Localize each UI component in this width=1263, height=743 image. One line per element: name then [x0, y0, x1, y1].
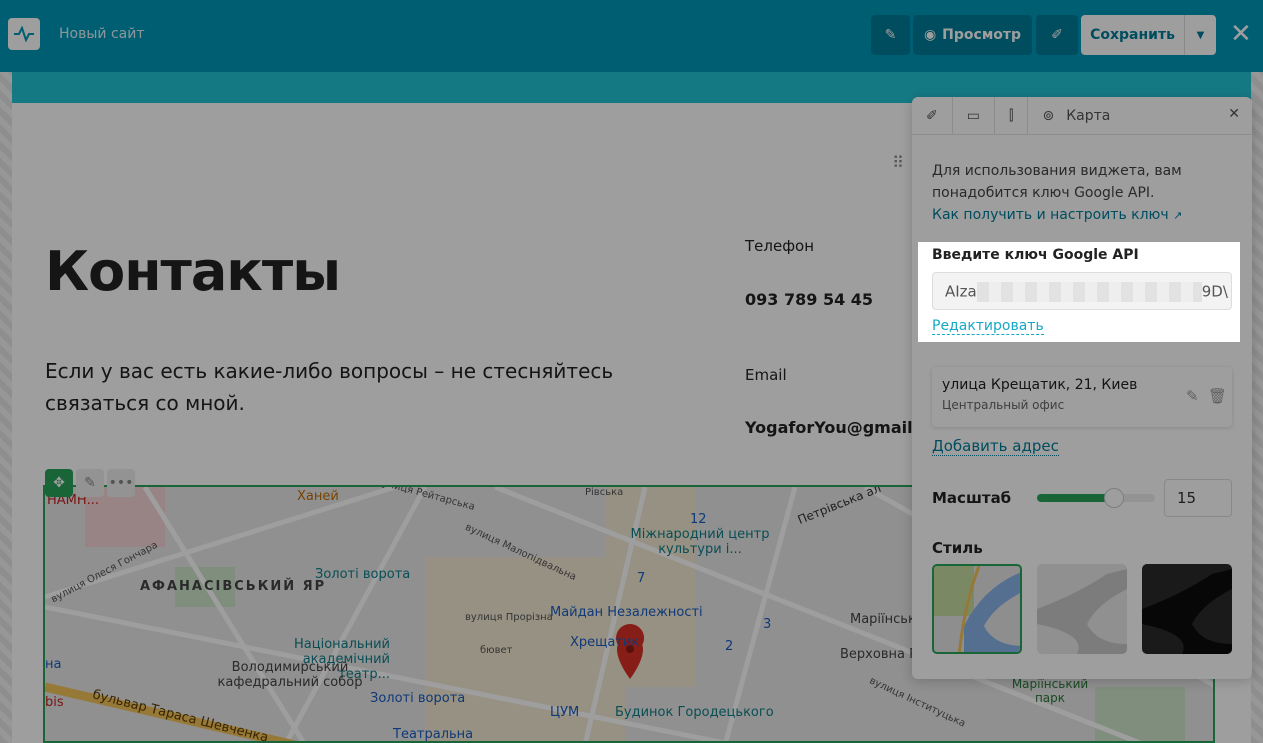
pencil-ruler-icon: ✐ [1051, 27, 1063, 43]
scale-label: Масштаб [932, 489, 1012, 507]
edit-icon[interactable]: ✎ [76, 469, 104, 497]
map-label: Театральна [393, 727, 474, 742]
map-label: Ханей [297, 489, 339, 504]
slider-fill [1037, 494, 1114, 502]
api-key-section: Введите ключ Google API AIza 9D\ Редактир… [918, 242, 1240, 342]
widget-toolbar: ✥ ✎ ••• [45, 469, 135, 497]
howto-link[interactable]: Как получить и настроить ключ [932, 207, 1169, 223]
map-label: Будинок Городецького [615, 705, 774, 720]
map-label: Майдан Незалежності [550, 605, 703, 620]
style-standard[interactable] [932, 564, 1022, 654]
panel-close-icon[interactable]: ✕ [1228, 106, 1240, 122]
map-label: Рівська [585, 487, 624, 498]
map-label: Володимирський кафедральний собор [217, 660, 363, 690]
breadcrumb: ✐ ▭ ⫿ ⊚ Карта ✕ [912, 96, 1252, 135]
stripe-right [1251, 72, 1263, 743]
close-icon[interactable]: ✕ [1230, 20, 1252, 48]
brush-icon: ✎ [884, 27, 897, 43]
tools-button[interactable]: ✐ [1036, 15, 1078, 55]
map-label: Золоті ворота [370, 691, 466, 706]
scale-slider[interactable] [1037, 488, 1155, 508]
map-label: вулиця Прорізна [465, 612, 553, 623]
map-label: АФАНАСІВСЬКИЙ ЯР [140, 579, 327, 594]
settings-panel: ✐ ▭ ⫿ ⊚ Карта ✕ Для использования виджета… [912, 96, 1252, 679]
preview-button[interactable]: ◉ Просмотр [913, 15, 1032, 55]
intro: Для использования виджета, вам понадобит… [932, 163, 1182, 201]
api-key-redacted [976, 282, 1202, 302]
edit-address-icon[interactable]: ✎ [1186, 387, 1199, 405]
scale-input[interactable]: 15 [1164, 479, 1232, 517]
map-label: ЦУМ [550, 705, 580, 720]
breadcrumb-map[interactable]: ⊚ Карта [1028, 97, 1124, 135]
api-key-start: AIza [945, 282, 977, 301]
drag-handle-icon[interactable]: ⠿ [884, 140, 912, 184]
api-key-input[interactable]: AIza 9D\ [932, 272, 1232, 310]
map-label: 7 [637, 571, 646, 586]
trash-icon[interactable]: 🗑 [1208, 387, 1227, 405]
design-button[interactable]: ✎ [871, 15, 910, 55]
map-label: Золоті ворота [315, 567, 411, 582]
address-text: улица Крещатик, 21, Киев [942, 377, 1138, 393]
lead-text: Если у вас есть какие-либо вопросы – не … [45, 359, 614, 415]
api-key-label: Введите ключ Google API [932, 247, 1139, 263]
api-key-end: 9D\ [1201, 282, 1228, 301]
map-label: на [45, 657, 62, 672]
top-bar: Новый сайт ✎ ◉ Просмотр ✐ Сохранить ▼ ✕ [0, 0, 1263, 72]
intro-text: Для использования виджета, вам понадобит… [932, 160, 1232, 227]
breadcrumb-column-icon[interactable]: ⫿ [995, 96, 1029, 135]
style-silver[interactable] [1037, 564, 1127, 654]
save-button[interactable]: Сохранить [1081, 15, 1185, 55]
stripe-left [0, 72, 12, 743]
style-label: Стиль [932, 539, 983, 557]
add-address-link[interactable]: Добавить адрес [932, 437, 1059, 456]
page-title: Контакты [45, 240, 341, 303]
map-label: бювет [480, 645, 513, 656]
map-label: Маріїнський парк [1011, 677, 1089, 705]
map-label: Міжнародний центр культури і... [630, 527, 770, 557]
map-label: Маріїнськ [850, 612, 916, 627]
breadcrumb-tools-icon[interactable]: ✐ [912, 96, 953, 135]
breadcrumb-section-icon[interactable]: ▭ [953, 96, 995, 135]
map-label: bis [45, 695, 64, 710]
more-icon[interactable]: ••• [107, 469, 135, 497]
map-label: 12 [690, 512, 707, 527]
email-value: YogaforYou@gmail. [745, 418, 919, 437]
preview-label: Просмотр [942, 27, 1022, 43]
style-dark[interactable] [1142, 564, 1232, 654]
external-link-icon: ↗ [1173, 209, 1183, 222]
save-button-group: Сохранить ▼ [1081, 15, 1216, 55]
site-name: Новый сайт [59, 26, 145, 42]
edit-key-link[interactable]: Редактировать [932, 318, 1044, 335]
logo-icon[interactable] [8, 18, 40, 50]
map-label: 2 [725, 639, 734, 654]
eye-icon: ◉ [923, 27, 937, 43]
map-label: Хрещатик [570, 635, 640, 650]
move-icon[interactable]: ✥ [45, 469, 73, 497]
address-card: улица Крещатик, 21, Киев Центральный офи… [932, 367, 1232, 427]
map-pin-icon: ⊚ [1042, 107, 1055, 124]
address-note: Центральный офис [942, 398, 1065, 412]
slider-handle[interactable] [1103, 488, 1124, 508]
save-dropdown-chevron-icon[interactable]: ▼ [1185, 15, 1216, 55]
phone-value: 093 789 54 45 [745, 290, 874, 309]
map-label: Верховна Р [840, 647, 917, 662]
map-label: 3 [763, 617, 772, 632]
phone-label: Телефон [745, 237, 815, 255]
breadcrumb-map-label: Карта [1066, 107, 1111, 124]
email-label: Email [745, 366, 787, 384]
